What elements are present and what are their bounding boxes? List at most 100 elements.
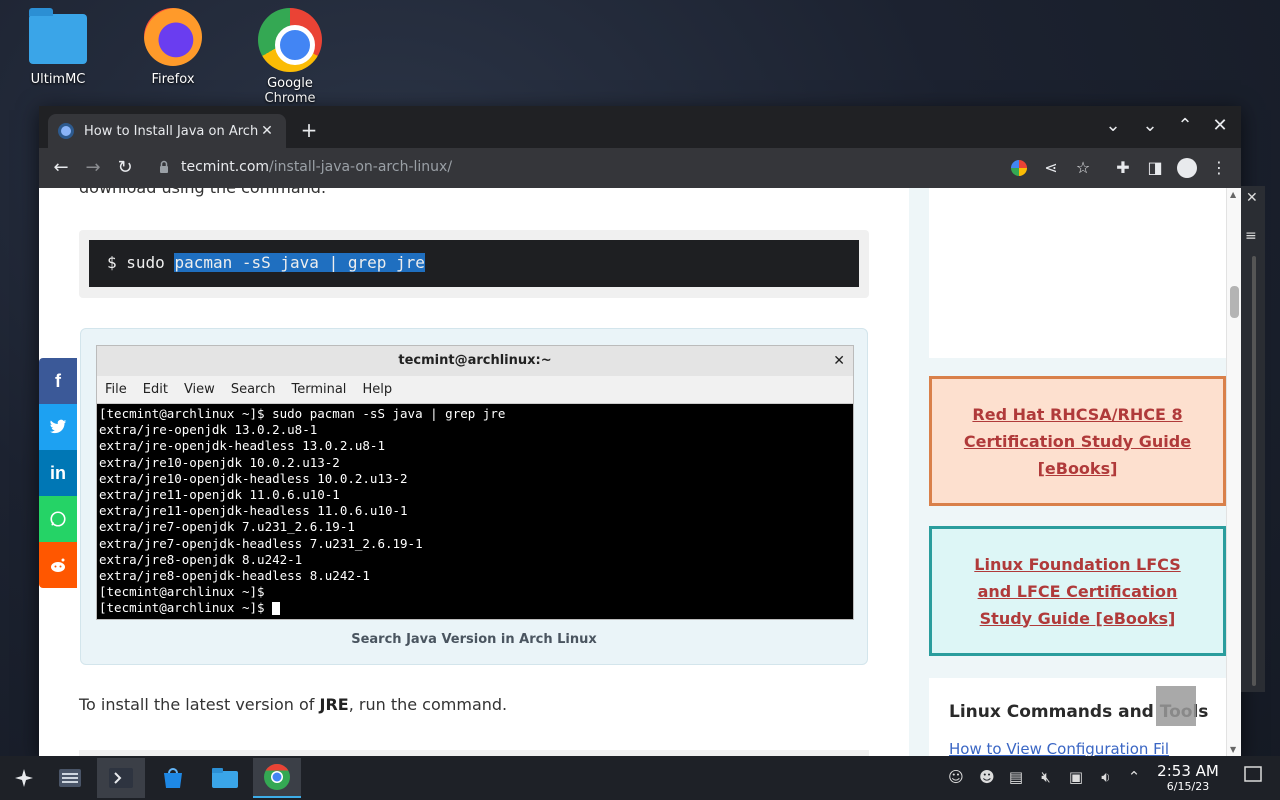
terminal-line: extra/jre11-openjdk-headless 11.0.6.u10-… <box>99 503 408 519</box>
web-page: download using the command. $ sudo pacma… <box>39 188 1226 756</box>
browser-toolbar: ← → ↻ tecmint.com/install-java-on-arch-l… <box>39 148 1241 188</box>
article-paragraph: To install the latest version of JRE, ru… <box>79 695 507 714</box>
page-scrollbar[interactable]: ▲ ▼ <box>1226 188 1241 756</box>
clipboard-icon[interactable]: ▤ <box>1006 768 1026 786</box>
code-prefix: $ sudo <box>107 253 175 272</box>
code-block: $ sudo pacman -sS java | grep jre <box>79 230 869 298</box>
muted-speaker-icon[interactable]: 🔇︎ <box>1036 768 1056 786</box>
konsole-icon[interactable] <box>97 758 145 798</box>
reload-icon[interactable]: ↻ <box>113 157 137 178</box>
taskbar: ☺ ☻ ▤ 🔇︎ ▣ 🔉︎ ⌃ 2:53 AM 6/15/23 <box>0 756 1280 800</box>
network-icon[interactable]: ▣ <box>1066 768 1086 786</box>
tray-expand-icon[interactable]: ⌃ <box>1124 768 1144 786</box>
terminal-line-last: [tecmint@archlinux ~]$ <box>99 600 851 616</box>
forward-icon[interactable]: → <box>81 157 105 178</box>
users-switch-icon[interactable]: ☻ <box>977 768 997 786</box>
whatsapp-share-icon[interactable] <box>39 496 77 542</box>
url-path: /install-java-on-arch-linux/ <box>269 159 453 175</box>
close-window-icon[interactable]: ✕ <box>1208 115 1232 136</box>
clock[interactable]: 2:53 AM 6/15/23 <box>1152 762 1224 793</box>
chrome-taskbar-icon[interactable] <box>253 758 301 798</box>
scroll-down-icon[interactable]: ▼ <box>1230 745 1236 754</box>
reddit-share-icon[interactable] <box>39 542 77 588</box>
terminal-close-icon: ✕ <box>833 353 845 369</box>
back-icon[interactable]: ← <box>49 157 73 178</box>
new-tab-button[interactable]: + <box>297 118 321 142</box>
desktop-icon-chrome[interactable]: Google Chrome <box>240 8 340 106</box>
terminal-line: extra/jre10-openjdk 10.0.2.u13-2 <box>99 454 340 470</box>
close-icon[interactable]: ✕ <box>1246 190 1258 206</box>
desktop-icon-label: Firefox <box>151 72 195 87</box>
sidebar-card-link[interactable]: How to View Configuration Fil <box>949 740 1169 756</box>
code-command[interactable]: $ sudo pacman -sS java | grep jre <box>89 240 859 287</box>
twitter-bird-icon <box>49 419 67 434</box>
hamburger-menu-icon[interactable]: ≡ <box>1245 228 1257 244</box>
code-selected-text: pacman -sS java | grep jre <box>174 253 425 272</box>
window-scrollbar[interactable] <box>1252 256 1256 686</box>
promo-link[interactable]: Linux Foundation LFCS and LFCE Certifica… <box>960 551 1195 632</box>
ad-slot <box>929 188 1226 358</box>
facebook-share-icon[interactable]: f <box>39 358 77 404</box>
article-main: download using the command. $ sudo pacma… <box>39 188 909 756</box>
terminal-line: extra/jre11-openjdk 11.0.6.u10-1 <box>99 487 340 503</box>
twitter-share-icon[interactable] <box>39 404 77 450</box>
tab-search-icon[interactable]: ⌄ <box>1101 115 1125 136</box>
scroll-to-top-button[interactable] <box>1156 686 1196 726</box>
para-text: To install the latest version of <box>79 695 320 714</box>
terminal-line: extra/jre10-openjdk-headless 10.0.2.u13-… <box>99 470 408 486</box>
minimize-icon[interactable]: ⌄ <box>1138 115 1162 136</box>
background-window-edge: ✕ ≡ <box>1241 186 1265 692</box>
scroll-up-icon[interactable]: ▲ <box>1230 190 1236 199</box>
discover-store-icon[interactable] <box>149 758 197 798</box>
bookmark-star-icon[interactable]: ☆ <box>1072 158 1094 177</box>
screenshot-figure: tecmint@archlinux:~ ✕ File Edit View Sea… <box>80 328 868 665</box>
terminal-menu-help: Help <box>362 382 393 397</box>
extensions-icon[interactable]: ✚ <box>1112 158 1134 177</box>
terminal-output: [tecmint@archlinux ~]$ sudo pacman -sS j… <box>97 404 853 619</box>
desktop-icon-label: Google Chrome <box>264 76 316 106</box>
terminal-cursor <box>272 602 281 616</box>
address-bar[interactable]: tecmint.com/install-java-on-arch-linux/ <box>181 159 452 175</box>
terminal-line: extra/jre-openjdk-headless 13.0.2.u8-1 <box>99 438 385 454</box>
chrome-icon <box>258 8 322 72</box>
tab-close-icon[interactable]: ✕ <box>258 123 276 139</box>
menu-kebab-icon[interactable]: ⋮ <box>1208 158 1230 177</box>
terminal-line: extra/jre-openjdk 13.0.2.u8-1 <box>99 422 318 438</box>
terminal-menubar: File Edit View Search Terminal Help <box>97 376 853 404</box>
promo-lfcs-ebook[interactable]: Linux Foundation LFCS and LFCE Certifica… <box>929 526 1226 656</box>
promo-link[interactable]: Red Hat RHCSA/RHCE 8 Certification Study… <box>960 401 1195 482</box>
maximize-icon[interactable]: ⌃ <box>1173 115 1197 136</box>
terminal-line: extra/jre7-openjdk 7.u231_2.6.19-1 <box>99 519 355 535</box>
folder-icon <box>29 8 87 64</box>
linkedin-share-icon[interactable]: in <box>39 450 77 496</box>
promo-rhcsa-ebook[interactable]: Red Hat RHCSA/RHCE 8 Certification Study… <box>929 376 1226 506</box>
google-lens-icon[interactable] <box>1011 160 1027 176</box>
terminal-titlebar: tecmint@archlinux:~ ✕ <box>97 346 853 376</box>
terminal-title: tecmint@archlinux:~ <box>398 353 552 368</box>
share-icon[interactable]: ⋖ <box>1040 158 1062 177</box>
dolphin-files-icon[interactable] <box>201 758 249 798</box>
app-launcher-icon[interactable] <box>0 758 48 798</box>
side-panel-icon[interactable]: ◨ <box>1144 158 1166 177</box>
desktop-icon-label: UltimMC <box>30 72 86 87</box>
scrollbar-thumb[interactable] <box>1230 286 1239 318</box>
terminal-line: [tecmint@archlinux ~]$ sudo pacman -sS j… <box>99 406 506 421</box>
lock-icon[interactable] <box>159 160 169 174</box>
url-domain: tecmint.com <box>181 159 270 175</box>
terminal-menu-view: View <box>183 382 215 397</box>
terminal-line: extra/jre8-openjdk-headless 8.u242-1 <box>99 568 370 584</box>
article-text-cut: download using the command. <box>79 188 326 197</box>
clock-date: 6/15/23 <box>1166 780 1210 793</box>
show-desktop-icon[interactable] <box>1243 766 1263 786</box>
desktop-icon-firefox[interactable]: Firefox <box>123 8 223 87</box>
para-bold: JRE <box>319 695 349 714</box>
user-icon[interactable]: ☺ <box>946 768 966 786</box>
volume-icon[interactable]: 🔉︎ <box>1096 768 1116 786</box>
tab-active[interactable]: How to Install Java on Arch Li ✕ <box>48 114 286 148</box>
desktop-icon-ultimmc[interactable]: UltimMC <box>8 8 108 87</box>
profile-avatar-icon[interactable] <box>1177 158 1197 178</box>
tecmint-favicon-icon <box>58 123 74 139</box>
terminal-prompt: [tecmint@archlinux ~]$ <box>99 600 273 616</box>
system-settings-icon[interactable] <box>46 758 94 798</box>
reddit-alien-icon <box>51 558 65 572</box>
